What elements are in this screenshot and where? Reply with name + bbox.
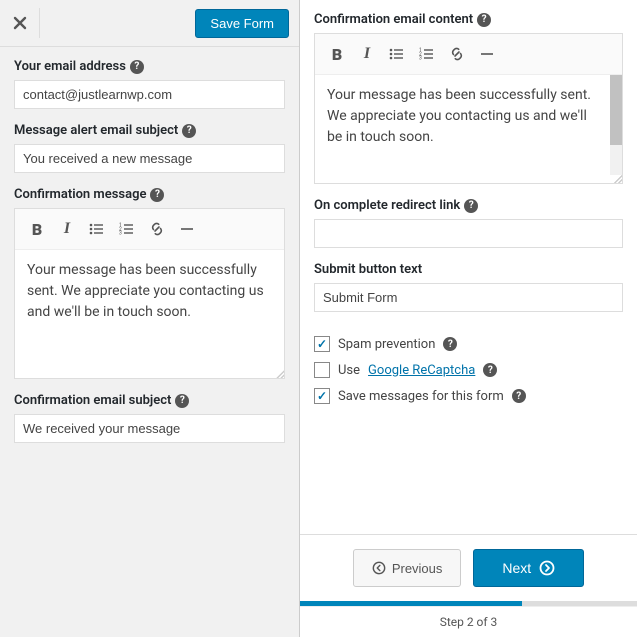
help-icon[interactable]: ?	[182, 124, 196, 138]
unordered-list-button[interactable]	[83, 215, 111, 243]
scrollbar-thumb[interactable]	[610, 75, 622, 145]
resize-handle[interactable]	[315, 175, 622, 183]
save-messages-row: ✓ Save messages for this form ?	[314, 388, 623, 404]
submit-button-text-label: Submit button text	[314, 262, 623, 277]
confirmation-email-content-textarea[interactable]: Your message has been successfully sent.…	[315, 75, 622, 175]
confirmation-email-content-label: Confirmation email content ?	[314, 12, 623, 27]
save-form-button[interactable]: Save Form	[195, 9, 289, 38]
close-icon	[12, 15, 28, 31]
confirmation-subject-input[interactable]	[14, 414, 285, 443]
progress-bar	[300, 601, 637, 606]
left-top-bar: Save Form	[0, 0, 299, 47]
progress-fill	[300, 601, 522, 606]
ul-icon	[389, 46, 405, 62]
bold-button[interactable]: B	[23, 215, 51, 243]
editor-toolbar: B I 123	[315, 34, 622, 75]
redirect-input[interactable]	[314, 219, 623, 248]
link-button[interactable]	[143, 215, 171, 243]
confirmation-message-label: Confirmation message ?	[14, 187, 285, 202]
bold-button[interactable]: B	[323, 40, 351, 68]
spam-prevention-label: Spam prevention	[338, 337, 435, 352]
redirect-label: On complete redirect link ?	[314, 198, 623, 213]
save-messages-checkbox[interactable]: ✓	[314, 388, 330, 404]
close-button[interactable]	[10, 8, 40, 38]
italic-button[interactable]: I	[53, 215, 81, 243]
ol-icon: 123	[119, 221, 135, 237]
subject-input[interactable]	[14, 144, 285, 173]
help-icon[interactable]: ?	[443, 337, 457, 351]
resize-handle[interactable]	[15, 370, 284, 378]
confirmation-subject-label: Confirmation email subject ?	[14, 393, 285, 408]
hr-icon	[479, 46, 495, 62]
hr-button[interactable]	[173, 215, 201, 243]
link-icon	[449, 46, 465, 62]
arrow-left-icon	[372, 561, 386, 575]
ordered-list-button[interactable]: 123	[113, 215, 141, 243]
hr-button[interactable]	[473, 40, 501, 68]
recaptcha-prefix: Use	[338, 363, 360, 378]
left-panel: Your email address ? Message alert email…	[0, 47, 299, 469]
email-label: Your email address ?	[14, 59, 285, 74]
spam-prevention-row: ✓ Spam prevention ?	[314, 336, 623, 352]
step-indicator: Step 2 of 3	[300, 606, 637, 637]
ul-icon	[89, 221, 105, 237]
save-messages-label: Save messages for this form	[338, 389, 504, 404]
help-icon[interactable]: ?	[150, 188, 164, 202]
ol-icon: 123	[419, 46, 435, 62]
unordered-list-button[interactable]	[383, 40, 411, 68]
subject-label: Message alert email subject ?	[14, 123, 285, 138]
help-icon[interactable]: ?	[130, 60, 144, 74]
recaptcha-link[interactable]: Google ReCaptcha	[368, 363, 475, 378]
hr-icon	[179, 221, 195, 237]
italic-button[interactable]: I	[353, 40, 381, 68]
previous-button[interactable]: Previous	[353, 549, 462, 587]
help-icon[interactable]: ?	[483, 363, 497, 377]
recaptcha-checkbox[interactable]	[314, 362, 330, 378]
confirmation-message-textarea[interactable]: Your message has been successfully sent.…	[15, 250, 284, 370]
recaptcha-row: Use Google ReCaptcha ?	[314, 362, 623, 378]
scrollbar[interactable]	[610, 75, 622, 175]
spam-prevention-checkbox[interactable]: ✓	[314, 336, 330, 352]
help-icon[interactable]: ?	[477, 13, 491, 27]
confirmation-email-content-editor: B I 123 Your message has been successful…	[314, 33, 623, 184]
email-input[interactable]	[14, 80, 285, 109]
footer-nav: Previous Next	[300, 534, 637, 601]
help-icon[interactable]: ?	[464, 199, 478, 213]
help-icon[interactable]: ?	[512, 389, 526, 403]
confirmation-message-editor: B I 123 Your message has been successful…	[14, 208, 285, 379]
ordered-list-button[interactable]: 123	[413, 40, 441, 68]
submit-button-text-input[interactable]	[314, 283, 623, 312]
next-button[interactable]: Next	[473, 549, 584, 587]
help-icon[interactable]: ?	[175, 394, 189, 408]
svg-text:3: 3	[119, 231, 122, 237]
right-panel: Confirmation email content ? B I 123	[300, 0, 637, 534]
editor-toolbar: B I 123	[15, 209, 284, 250]
svg-text:3: 3	[419, 56, 422, 62]
link-icon	[149, 221, 165, 237]
link-button[interactable]	[443, 40, 471, 68]
arrow-right-icon	[539, 560, 555, 576]
